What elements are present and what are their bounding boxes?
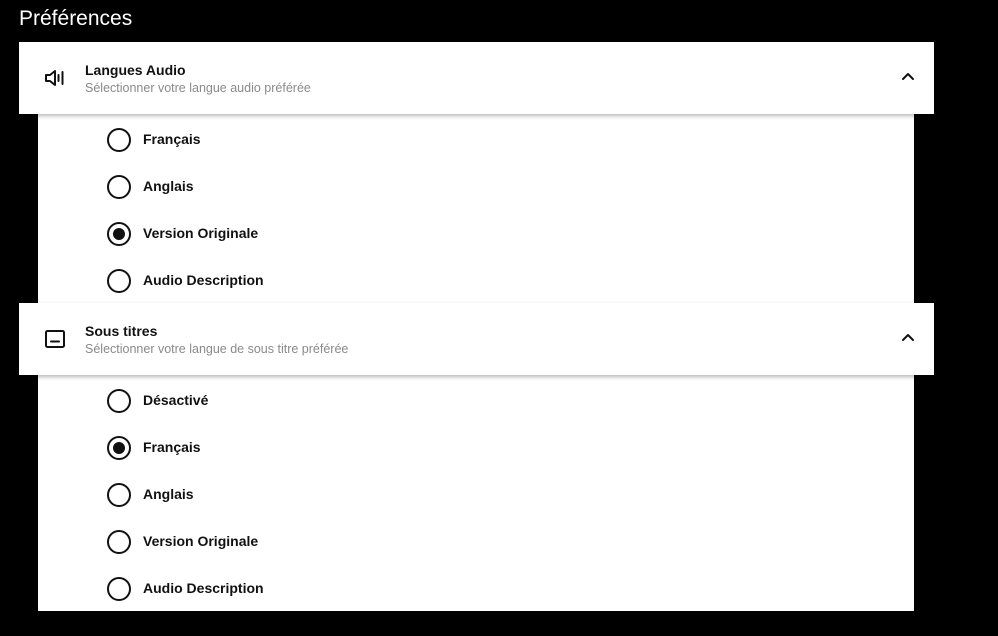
audio-option-anglais[interactable]: Anglais bbox=[38, 165, 914, 212]
radio-button[interactable] bbox=[107, 577, 131, 601]
radio-label: Audio Description bbox=[143, 580, 264, 596]
subtitles-options-list: Désactivé Français Anglais Version Origi… bbox=[38, 375, 914, 611]
radio-button[interactable] bbox=[107, 389, 131, 413]
radio-button[interactable] bbox=[107, 222, 131, 246]
radio-label: Version Originale bbox=[143, 225, 259, 241]
subtitles-option-francais[interactable]: Français bbox=[38, 426, 914, 473]
radio-button[interactable] bbox=[107, 269, 131, 293]
radio-button[interactable] bbox=[107, 483, 131, 507]
audio-languages-title: Langues Audio bbox=[85, 62, 186, 78]
audio-languages-subtitle: Sélectionner votre langue audio préférée bbox=[85, 81, 311, 95]
radio-label: Version Originale bbox=[143, 533, 259, 549]
audio-option-version-originale[interactable]: Version Originale bbox=[38, 212, 914, 259]
audio-option-audio-description[interactable]: Audio Description bbox=[38, 259, 914, 306]
chevron-up-icon[interactable] bbox=[900, 68, 916, 84]
subtitles-option-version-originale[interactable]: Version Originale bbox=[38, 520, 914, 567]
page-title: Préférences bbox=[19, 7, 133, 30]
radio-label: Français bbox=[143, 439, 201, 455]
subtitles-option-anglais[interactable]: Anglais bbox=[38, 473, 914, 520]
radio-label: Audio Description bbox=[143, 272, 264, 288]
subtitles-title: Sous titres bbox=[85, 323, 158, 339]
radio-button[interactable] bbox=[107, 175, 131, 199]
subtitles-section: Sous titres Sélectionner votre langue de… bbox=[19, 303, 934, 611]
radio-label: Anglais bbox=[143, 486, 194, 502]
subtitles-subtitle: Sélectionner votre langue de sous titre … bbox=[85, 342, 349, 356]
radio-button[interactable] bbox=[107, 128, 131, 152]
radio-label: Français bbox=[143, 131, 201, 147]
audio-languages-header[interactable]: Langues Audio Sélectionner votre langue … bbox=[19, 42, 934, 114]
subtitles-icon bbox=[43, 327, 67, 351]
subtitles-option-desactive[interactable]: Désactivé bbox=[38, 379, 914, 426]
radio-button[interactable] bbox=[107, 436, 131, 460]
subtitles-option-audio-description[interactable]: Audio Description bbox=[38, 567, 914, 614]
chevron-up-icon[interactable] bbox=[900, 329, 916, 345]
radio-label: Anglais bbox=[143, 178, 194, 194]
audio-option-francais[interactable]: Français bbox=[38, 118, 914, 165]
speaker-icon bbox=[43, 66, 67, 90]
audio-options-list: Français Anglais Version Originale Audio… bbox=[38, 114, 914, 303]
subtitles-header[interactable]: Sous titres Sélectionner votre langue de… bbox=[19, 303, 934, 375]
radio-label: Désactivé bbox=[143, 392, 209, 408]
radio-button[interactable] bbox=[107, 530, 131, 554]
audio-languages-section: Langues Audio Sélectionner votre langue … bbox=[19, 42, 934, 303]
